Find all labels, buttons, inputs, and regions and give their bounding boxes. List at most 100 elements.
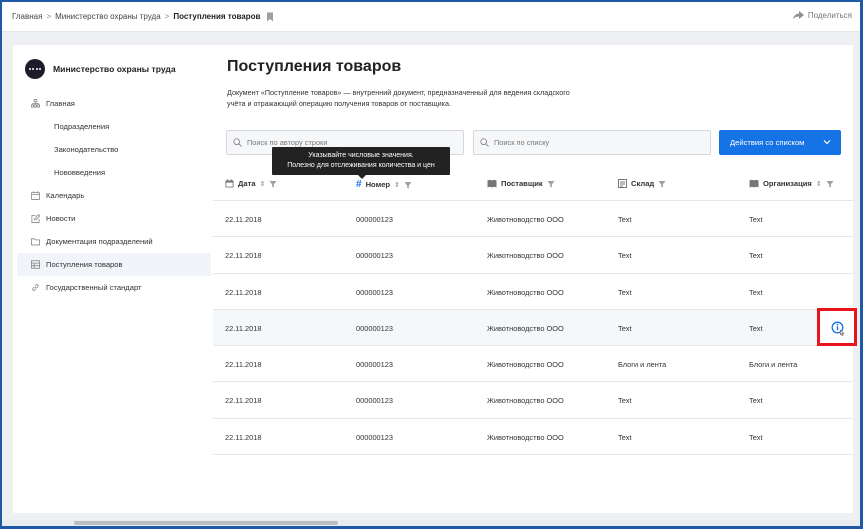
sidebar-item-innovations[interactable]: Нововведения	[17, 161, 211, 184]
sort-icon[interactable]: ⇕	[260, 180, 266, 188]
table-body: 22.11.2018 000000123 Животноводство ООО …	[213, 201, 853, 456]
table-row[interactable]: 22.11.2018 000000123 Животноводство ООО …	[213, 201, 853, 238]
list-actions-button[interactable]: Действия со списком	[719, 130, 841, 155]
column-header-supplier[interactable]: Поставщик	[487, 179, 555, 188]
author-search-placeholder: Поиск по автору строки	[247, 138, 328, 147]
table-row[interactable]: 22.11.2018 000000123 Животноводство ООО …	[213, 346, 853, 383]
row-info-highlight[interactable]	[817, 308, 857, 346]
sidebar-item-home[interactable]: Главная	[17, 92, 211, 115]
column-header-date[interactable]: Дата ⇕	[225, 179, 277, 188]
sidebar-item-label: Подразделения	[54, 122, 110, 131]
sidebar-item-receipts[interactable]: Поступления товаров	[17, 253, 211, 276]
sidebar-item-label: Нововведения	[54, 168, 106, 177]
table-row-highlighted[interactable]: 22.11.2018 000000123 Животноводство ООО …	[213, 309, 853, 347]
bookmark-icon[interactable]	[266, 12, 274, 22]
cell-warehouse: Text	[618, 251, 632, 261]
column-header-label: Организация	[763, 179, 812, 188]
filter-icon[interactable]	[269, 180, 277, 188]
cell-organization: Text	[749, 251, 763, 261]
filter-icon[interactable]	[404, 181, 412, 189]
cell-number: 000000123	[356, 251, 393, 261]
cell-date: 22.11.2018	[225, 215, 262, 224]
sidebar-item-calendar[interactable]: Календарь	[17, 184, 211, 207]
breadcrumb-ministry[interactable]: Министерство охраны труда	[55, 12, 161, 21]
table-row[interactable]: 22.11.2018 000000123 Животноводство ООО …	[213, 274, 853, 310]
chevron-down-icon	[823, 140, 831, 145]
cell-date: 22.11.2018	[225, 251, 262, 261]
content-card: Министерство охраны труда Главная Подраз…	[13, 45, 853, 513]
column-header-organization[interactable]: Организация ⇕	[749, 179, 834, 188]
cell-organization: Text	[749, 323, 763, 333]
cell-date: 22.11.2018	[225, 360, 262, 370]
book-icon	[749, 179, 759, 188]
sidebar-item-documentation[interactable]: Документация подразделений	[17, 230, 211, 253]
column-header-number[interactable]: # Номер ⇕	[356, 179, 412, 190]
edit-icon	[31, 214, 40, 223]
horizontal-scrollbar[interactable]	[2, 520, 860, 526]
list-search-input[interactable]: Поиск по списку	[473, 130, 711, 155]
table-row[interactable]: 22.11.2018 000000123 Животноводство ООО …	[213, 237, 853, 274]
cell-date: 22.11.2018	[225, 432, 262, 442]
sidebar-item-divisions[interactable]: Подразделения	[17, 115, 211, 138]
sidebar-item-legislation[interactable]: Законодательство	[17, 138, 211, 161]
sidebar-item-label: Документация подразделений	[46, 237, 153, 246]
filter-icon[interactable]	[547, 180, 555, 188]
scrollbar-thumb[interactable]	[74, 521, 338, 525]
number-column-tooltip: Указывайте числовые значения. Полезно дл…	[272, 147, 450, 179]
list-search-placeholder: Поиск по списку	[494, 138, 550, 147]
top-bar: Главная > Министерство охраны труда > По…	[2, 2, 860, 32]
breadcrumb-home[interactable]: Главная	[12, 12, 42, 21]
column-header-warehouse[interactable]: Склад	[618, 179, 666, 188]
search-icon	[233, 138, 242, 147]
link-icon	[32, 284, 39, 291]
table-row[interactable]: 22.11.2018 000000123 Животноводство ООО …	[213, 419, 853, 456]
sidebar-item-news[interactable]: Новости	[17, 207, 211, 230]
cell-date: 22.11.2018	[225, 396, 262, 406]
org-header: Министерство охраны труда	[25, 59, 176, 79]
table-row[interactable]: 22.11.2018 000000123 Животноводство ООО …	[213, 382, 853, 419]
cell-supplier: Животноводство ООО	[487, 287, 564, 297]
sidebar-item-label: Государственный стандарт	[46, 283, 142, 292]
cell-supplier: Животноводство ООО	[487, 360, 564, 370]
column-header-label: Дата	[238, 179, 256, 188]
hash-icon: #	[356, 179, 362, 190]
calendar-icon	[31, 191, 40, 200]
filter-icon[interactable]	[658, 180, 666, 188]
cell-number: 000000123	[356, 323, 393, 333]
sidebar-item-label: Законодательство	[54, 145, 119, 154]
page-description: Документ «Поступление товаров» — внутрен…	[227, 88, 570, 108]
cell-number: 000000123	[356, 360, 393, 370]
cell-warehouse: Text	[618, 396, 632, 406]
cell-organization: Text	[749, 287, 763, 297]
share-button[interactable]: Поделиться	[792, 11, 852, 20]
cell-number: 000000123	[356, 287, 393, 297]
org-logo-icon	[25, 59, 45, 79]
calendar-icon	[225, 179, 234, 188]
cell-organization: Text	[749, 215, 763, 224]
search-icon	[480, 138, 489, 147]
info-icon[interactable]	[831, 321, 847, 337]
table-icon	[31, 260, 40, 269]
cell-supplier: Животноводство ООО	[487, 215, 564, 224]
cell-warehouse: Text	[618, 323, 632, 333]
sidebar-nav: Главная Подразделения Законодательство Н…	[17, 92, 211, 299]
sort-icon[interactable]: ⇕	[394, 181, 400, 189]
column-header-label: Номер	[365, 180, 391, 189]
sidebar-item-standard[interactable]: Государственный стандарт	[17, 276, 211, 299]
sort-icon[interactable]: ⇕	[816, 180, 822, 188]
breadcrumb-separator: >	[46, 12, 52, 21]
cell-warehouse: Text	[618, 287, 632, 297]
tooltip-line: Указывайте числовые значения.	[308, 152, 414, 159]
share-label: Поделиться	[807, 11, 852, 20]
cell-organization: Блоги и лента	[749, 360, 798, 370]
cell-warehouse: Text	[618, 215, 632, 224]
cell-supplier: Животноводство ООО	[487, 251, 564, 261]
sidebar-item-label: Главная	[46, 99, 75, 108]
sidebar-item-label: Поступления товаров	[46, 260, 123, 269]
cell-organization: Text	[749, 432, 763, 442]
sidebar-item-label: Новости	[46, 214, 76, 223]
breadcrumb-current: Поступления товаров	[173, 12, 261, 21]
list-actions-label: Действия со списком	[730, 138, 805, 147]
cell-warehouse: Блоги и лента	[618, 360, 667, 370]
filter-icon[interactable]	[826, 180, 834, 188]
